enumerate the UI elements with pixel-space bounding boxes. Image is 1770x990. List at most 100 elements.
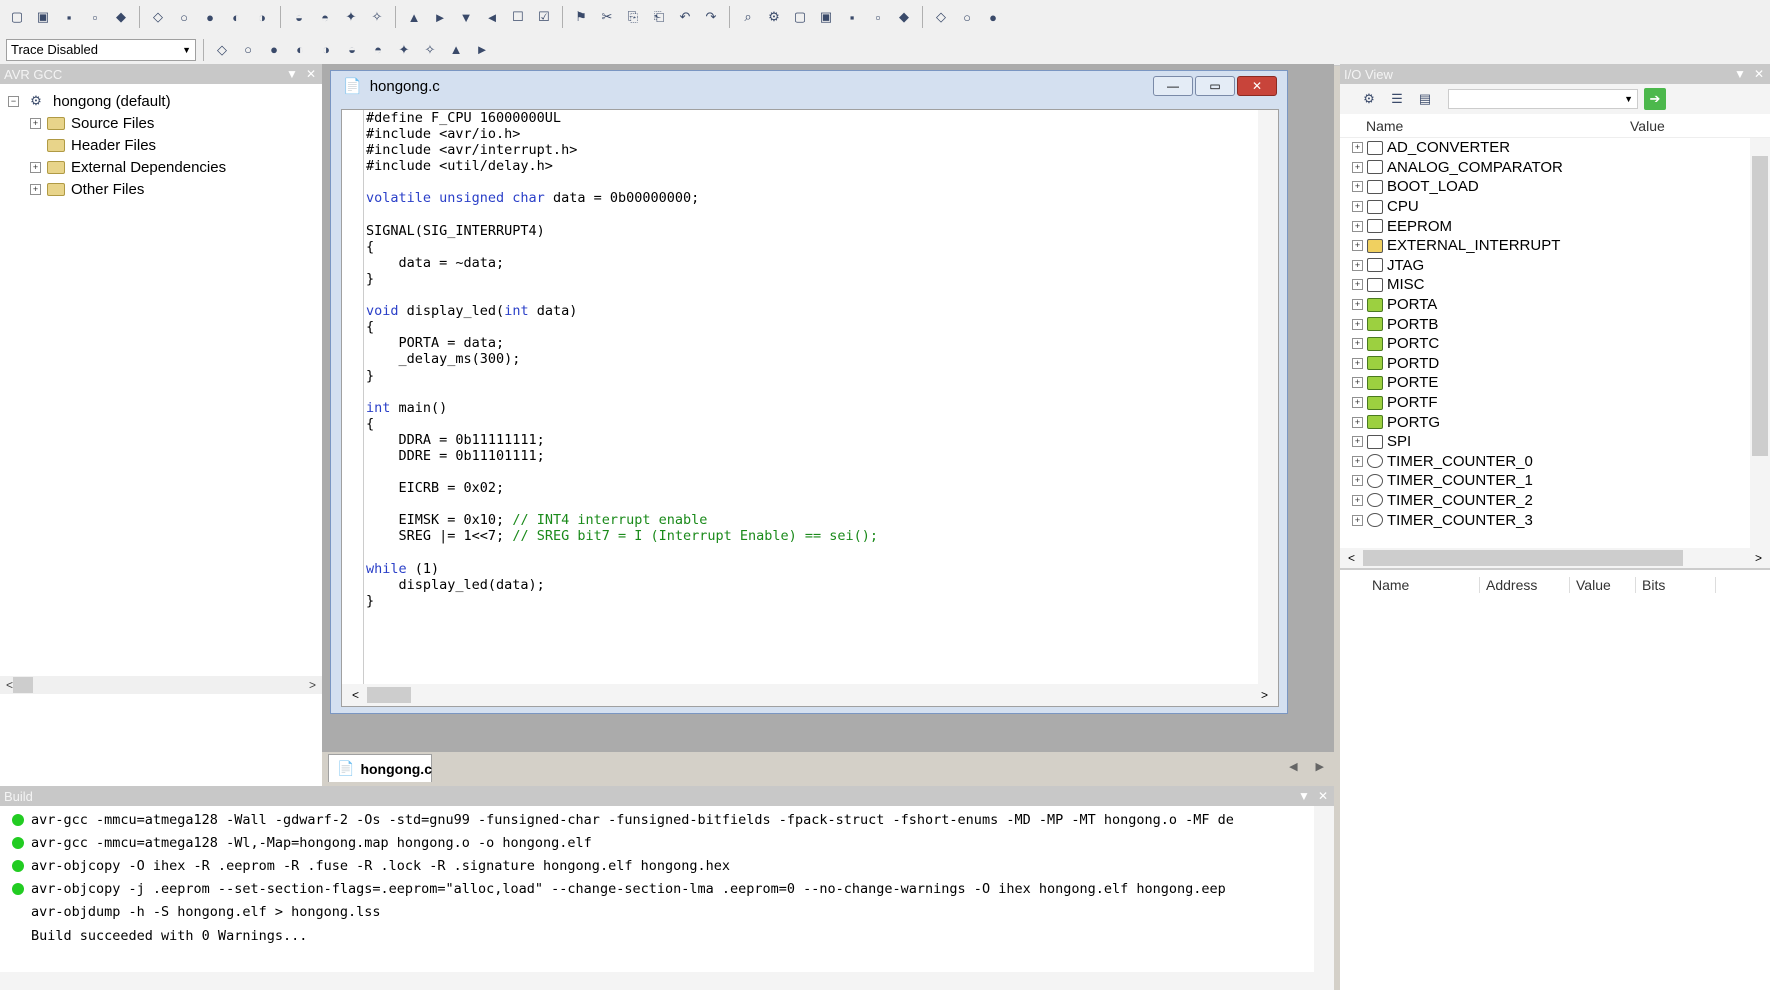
settings-icon[interactable]: ⚙ bbox=[1358, 88, 1380, 110]
binoculars-icon[interactable]: ✧ bbox=[366, 6, 388, 28]
breakpoint-icon[interactable]: ◇ bbox=[930, 6, 952, 28]
expander-icon[interactable]: + bbox=[1352, 240, 1363, 252]
io-module-row[interactable]: + EEPROM bbox=[1340, 216, 1770, 236]
io-module-row[interactable]: + PORTG bbox=[1340, 412, 1770, 432]
memory-icon[interactable]: ● bbox=[263, 39, 285, 61]
horizontal-scrollbar[interactable] bbox=[0, 972, 1334, 990]
io-module-row[interactable]: + JTAG bbox=[1340, 256, 1770, 276]
new-file-icon[interactable]: ▢ bbox=[6, 6, 28, 28]
export-icon[interactable]: ↶ bbox=[674, 6, 696, 28]
indent-icon[interactable]: ☐ bbox=[507, 6, 529, 28]
close-icon[interactable]: ✕ bbox=[1754, 67, 1764, 81]
find-in-files-icon[interactable]: ✦ bbox=[340, 6, 362, 28]
io-module-row[interactable]: + EXTERNAL_INTERRUPT bbox=[1340, 236, 1770, 256]
io-module-row[interactable]: + PORTF bbox=[1340, 393, 1770, 413]
vertical-scrollbar[interactable] bbox=[1750, 138, 1770, 548]
undo-icon[interactable]: ◑ bbox=[251, 6, 273, 28]
column-value[interactable]: Value bbox=[1570, 577, 1636, 593]
panel-menu-icon[interactable]: ▼ bbox=[1734, 67, 1746, 81]
toggle-icon[interactable]: ✧ bbox=[419, 39, 441, 61]
disassembler-icon[interactable]: ○ bbox=[237, 39, 259, 61]
panel-menu-icon[interactable]: ▼ bbox=[286, 67, 298, 81]
scroll-left-icon[interactable]: < bbox=[352, 688, 359, 702]
scroll-left-icon[interactable]: < bbox=[1348, 551, 1355, 565]
find-icon[interactable]: ◓ bbox=[314, 6, 336, 28]
scroll-right-icon[interactable]: > bbox=[1755, 551, 1762, 565]
cut-icon[interactable]: ◇ bbox=[147, 6, 169, 28]
expander-icon[interactable]: + bbox=[30, 183, 41, 195]
scroll-left-icon[interactable]: < bbox=[6, 678, 13, 692]
expander-icon[interactable]: + bbox=[1352, 357, 1363, 369]
expander-icon[interactable]: + bbox=[1352, 436, 1363, 448]
expander-icon[interactable]: + bbox=[1352, 455, 1363, 467]
column-name[interactable]: Name bbox=[1340, 577, 1480, 593]
expander-icon[interactable]: + bbox=[1352, 279, 1363, 291]
io-view-icon[interactable]: ◑ bbox=[315, 39, 337, 61]
io-module-row[interactable]: + PORTB bbox=[1340, 314, 1770, 334]
horizontal-scrollbar[interactable]: < > bbox=[342, 684, 1278, 706]
close-icon[interactable]: ✕ bbox=[1318, 789, 1328, 803]
copy-icon[interactable]: ○ bbox=[173, 6, 195, 28]
redo-icon[interactable]: ◒ bbox=[288, 6, 310, 28]
save-all-icon[interactable]: ▫ bbox=[84, 6, 106, 28]
step-out-icon[interactable]: ▪ bbox=[841, 6, 863, 28]
code-text[interactable]: #define F_CPU 16000000UL #include <avr/io… bbox=[366, 110, 1256, 686]
tab-prev-icon[interactable]: ◀ bbox=[1289, 760, 1297, 773]
expander-icon[interactable]: + bbox=[1352, 201, 1363, 213]
close-icon[interactable]: ◆ bbox=[110, 6, 132, 28]
io-module-row[interactable]: + TIMER_COUNTER_1 bbox=[1340, 471, 1770, 491]
watch-icon[interactable]: ● bbox=[982, 6, 1004, 28]
reset-icon[interactable]: ◆ bbox=[893, 6, 915, 28]
open-folder-icon[interactable]: ▣ bbox=[32, 6, 54, 28]
tab-hongong-c[interactable]: 📄 hongong.c bbox=[328, 754, 432, 782]
step-into-icon[interactable]: ▢ bbox=[789, 6, 811, 28]
save-icon[interactable]: ▪ bbox=[58, 6, 80, 28]
expander-icon[interactable]: + bbox=[1352, 220, 1363, 232]
expander-icon[interactable]: + bbox=[1352, 514, 1363, 526]
build-output[interactable]: avr-gcc -mmcu=atmega128 -Wall -gdwarf-2 … bbox=[0, 806, 1334, 972]
close-icon[interactable]: ✕ bbox=[306, 67, 316, 81]
tree-item[interactable]: + Other Files bbox=[8, 178, 322, 200]
outdent-icon[interactable]: ☑ bbox=[533, 6, 555, 28]
tree-item[interactable]: + External Dependencies bbox=[8, 156, 322, 178]
expander-icon[interactable]: − bbox=[8, 95, 19, 107]
expander-icon[interactable]: + bbox=[30, 161, 41, 173]
list-view-icon[interactable]: ▤ bbox=[1414, 88, 1436, 110]
cpu-icon[interactable]: ✦ bbox=[393, 39, 415, 61]
expander-icon[interactable]: + bbox=[1352, 299, 1363, 311]
io-module-row[interactable]: + PORTA bbox=[1340, 295, 1770, 315]
code-editor[interactable]: #define F_CPU 16000000UL #include <avr/io… bbox=[341, 109, 1279, 707]
bookmark-next-icon[interactable]: ► bbox=[429, 6, 451, 28]
register-icon[interactable]: ◐ bbox=[289, 39, 311, 61]
column-name[interactable]: Name bbox=[1340, 118, 1630, 134]
vertical-scrollbar[interactable] bbox=[1314, 806, 1334, 972]
expander-icon[interactable]: + bbox=[1352, 475, 1363, 487]
vertical-scrollbar[interactable] bbox=[1258, 110, 1278, 686]
io-filter-select[interactable]: ▼ bbox=[1448, 89, 1638, 109]
rebuild-icon[interactable]: ⎘ bbox=[622, 6, 644, 28]
run-icon[interactable]: ⌕ bbox=[737, 6, 759, 28]
expander-icon[interactable]: + bbox=[1352, 142, 1363, 154]
maximize-button[interactable]: ▭ bbox=[1195, 76, 1235, 96]
debug-icon[interactable]: ↷ bbox=[700, 6, 722, 28]
go-icon[interactable]: ➔ bbox=[1644, 88, 1666, 110]
bookmark-icon[interactable]: ▲ bbox=[403, 6, 425, 28]
trace-select[interactable]: Trace Disabled ▼ bbox=[6, 38, 196, 61]
expander-icon[interactable]: + bbox=[1352, 397, 1363, 409]
io-module-row[interactable]: + TIMER_COUNTER_0 bbox=[1340, 452, 1770, 472]
expander-icon[interactable]: + bbox=[30, 117, 41, 129]
horizontal-scrollbar[interactable]: < > bbox=[0, 676, 322, 694]
scroll-thumb[interactable] bbox=[1752, 156, 1768, 456]
io-module-row[interactable]: + PORTD bbox=[1340, 354, 1770, 374]
compile-icon[interactable]: ✂ bbox=[596, 6, 618, 28]
io-module-row[interactable]: + SPI bbox=[1340, 432, 1770, 452]
chevron-down-icon[interactable]: ▼ bbox=[182, 45, 195, 55]
io-module-row[interactable]: + MISC bbox=[1340, 275, 1770, 295]
tree-item[interactable]: Header Files bbox=[8, 134, 322, 156]
column-bits[interactable]: Bits bbox=[1636, 577, 1716, 593]
clean-icon[interactable]: ⎗ bbox=[648, 6, 670, 28]
build-icon[interactable]: ⚑ bbox=[570, 6, 592, 28]
io-module-row[interactable]: + PORTC bbox=[1340, 334, 1770, 354]
scroll-right-icon[interactable]: > bbox=[1261, 688, 1268, 702]
tree-view-icon[interactable]: ☰ bbox=[1386, 88, 1408, 110]
